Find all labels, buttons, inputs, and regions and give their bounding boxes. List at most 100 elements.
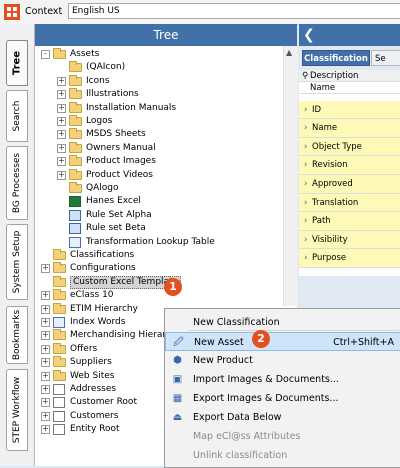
- menu-item-unlink-classification[interactable]: Unlink classification: [165, 446, 400, 465]
- expand-icon[interactable]: +: [41, 411, 50, 421]
- tree-node[interactable]: Rule set Beta: [35, 222, 285, 235]
- excel-icon: [69, 196, 81, 208]
- attribute-row[interactable]: Name: [299, 82, 400, 94]
- row-chevron-icon[interactable]: ›: [304, 119, 307, 138]
- tree-node-label: Merchandising Hierarch: [70, 330, 177, 341]
- row-chevron-icon[interactable]: ›: [304, 212, 307, 231]
- expand-icon[interactable]: +: [41, 371, 50, 381]
- expand-icon[interactable]: +: [57, 143, 66, 153]
- tab-system-setup[interactable]: System Setup: [6, 224, 28, 300]
- tab-classification[interactable]: Classification: [302, 50, 370, 66]
- attribute-row[interactable]: › Visibility: [299, 230, 400, 250]
- expand-icon[interactable]: +: [41, 264, 50, 274]
- attribute-label: Path: [312, 216, 331, 227]
- attribute-row[interactable]: › ID: [299, 100, 400, 120]
- expand-icon[interactable]: +: [41, 344, 50, 354]
- expand-icon[interactable]: +: [41, 398, 50, 408]
- tree-node[interactable]: + Product Videos: [35, 168, 285, 182]
- tree-node[interactable]: + Product Images: [35, 155, 285, 168]
- expand-icon[interactable]: +: [41, 318, 50, 327]
- row-chevron-icon[interactable]: ›: [304, 138, 307, 157]
- tree-node[interactable]: Custom Excel Template: [35, 275, 285, 289]
- menu-item-label: Unlink classification: [193, 450, 288, 461]
- expand-icon[interactable]: +: [41, 358, 50, 368]
- collapse-icon[interactable]: -: [41, 50, 50, 59]
- menu-item-new-asset[interactable]: 🖉 New Asset Ctrl+Shift+A: [165, 332, 400, 351]
- tree-scrollbar[interactable]: ▲: [283, 46, 298, 306]
- menu-item-map-ecl-ss-attributes[interactable]: Map eCl@ss Attributes: [165, 427, 400, 446]
- tree-node[interactable]: + Owners Manual: [35, 141, 285, 155]
- expand-icon[interactable]: +: [57, 76, 66, 86]
- tree-node[interactable]: + Icons: [35, 74, 285, 88]
- tree-node[interactable]: + eClass 10: [35, 289, 285, 302]
- tree-node[interactable]: + MSDS Sheets: [35, 128, 285, 141]
- tree-node[interactable]: + Installation Manuals: [35, 101, 285, 115]
- row-chevron-icon[interactable]: ›: [304, 249, 307, 268]
- scroll-up-icon[interactable]: ▲: [286, 48, 292, 57]
- expand-icon[interactable]: +: [57, 157, 66, 167]
- tree-node-label: Transformation Lookup Table: [86, 236, 215, 247]
- tab-second[interactable]: Se: [371, 50, 400, 66]
- menu-item-export-data-below[interactable]: ⏏ Export Data Below: [165, 408, 400, 427]
- row-chevron-icon[interactable]: ›: [304, 175, 307, 194]
- attribute-row[interactable]: › Approved: [299, 175, 400, 194]
- menu-item-label: Import Images & Documents...: [193, 374, 339, 385]
- tab-bg-processes[interactable]: BG Processes: [6, 146, 28, 220]
- folder-icon: [69, 101, 82, 113]
- folder-icon: [53, 289, 66, 301]
- tree-node[interactable]: Hanes Excel: [35, 195, 285, 208]
- menu-item-export-images-documents[interactable]: ▦ Export Images & Documents...: [165, 389, 400, 408]
- back-arrow-icon[interactable]: ❮: [303, 27, 315, 43]
- attribute-row[interactable]: › Purpose: [299, 249, 400, 268]
- tree-node[interactable]: + Illustrations: [35, 88, 285, 101]
- expand-icon[interactable]: +: [57, 117, 66, 126]
- attribute-row[interactable]: › Name: [299, 119, 400, 138]
- tree-node[interactable]: QAlogo: [35, 182, 285, 195]
- expand-icon[interactable]: +: [57, 103, 66, 113]
- tab-bookmarks[interactable]: Bookmarks: [6, 306, 28, 364]
- tree-node[interactable]: Classifications: [35, 249, 285, 262]
- menu-item-import-images-documents[interactable]: ▣ Import Images & Documents...: [165, 370, 400, 389]
- row-chevron-icon[interactable]: ›: [304, 194, 307, 213]
- expand-icon[interactable]: +: [41, 425, 50, 435]
- attribute-row[interactable]: › Revision: [299, 156, 400, 175]
- tree-node-label: Web Sites: [70, 370, 115, 381]
- root-icon: [53, 384, 65, 395]
- expand-icon[interactable]: +: [57, 90, 66, 100]
- folder-icon: [53, 275, 66, 287]
- row-chevron-icon[interactable]: ›: [304, 156, 307, 175]
- attribute-label: ID: [312, 104, 322, 115]
- tree-node-label: (QAIcon): [86, 62, 126, 73]
- tab-tree[interactable]: Tree: [6, 40, 28, 86]
- attribute-label: Purpose: [312, 253, 347, 264]
- tree-node-label: Rule set Beta: [86, 223, 146, 234]
- tree-node[interactable]: Transformation Lookup Table: [35, 236, 285, 249]
- tree-node-label: Icons: [86, 75, 110, 86]
- tree-node[interactable]: Rule Set Alpha: [35, 209, 285, 222]
- attribute-label: Approved: [312, 179, 353, 189]
- attribute-row[interactable]: › Object Type: [299, 137, 400, 157]
- folder-icon: [69, 115, 82, 126]
- row-chevron-icon[interactable]: ›: [304, 101, 307, 120]
- tree-node[interactable]: + Logos: [35, 115, 285, 128]
- expand-icon[interactable]: +: [57, 130, 66, 140]
- tab-step-workflow[interactable]: STEP Workflow: [6, 369, 28, 451]
- expand-icon[interactable]: +: [41, 291, 50, 301]
- tree-node[interactable]: - Assets: [35, 48, 285, 61]
- attribute-row[interactable]: › Translation: [299, 193, 400, 213]
- expand-icon[interactable]: +: [57, 170, 66, 180]
- attribute-row[interactable]: › Path: [299, 212, 400, 231]
- tab-search[interactable]: Search: [6, 90, 28, 142]
- tree-node-label: Illustrations: [86, 89, 139, 100]
- tree-node[interactable]: (QAIcon): [35, 61, 285, 74]
- row-chevron-icon[interactable]: ›: [304, 231, 307, 250]
- tree-node[interactable]: + Configurations: [35, 262, 285, 275]
- expand-icon[interactable]: +: [41, 331, 50, 341]
- expand-icon[interactable]: +: [41, 385, 50, 394]
- menu-item-new-product[interactable]: ⬢ New Product: [165, 351, 400, 370]
- attribute-label: Translation: [312, 197, 359, 208]
- expand-icon[interactable]: +: [41, 304, 50, 314]
- context-select[interactable]: English US: [68, 3, 400, 19]
- tree-node-label: Offers: [70, 343, 98, 354]
- folder-icon: [69, 182, 82, 193]
